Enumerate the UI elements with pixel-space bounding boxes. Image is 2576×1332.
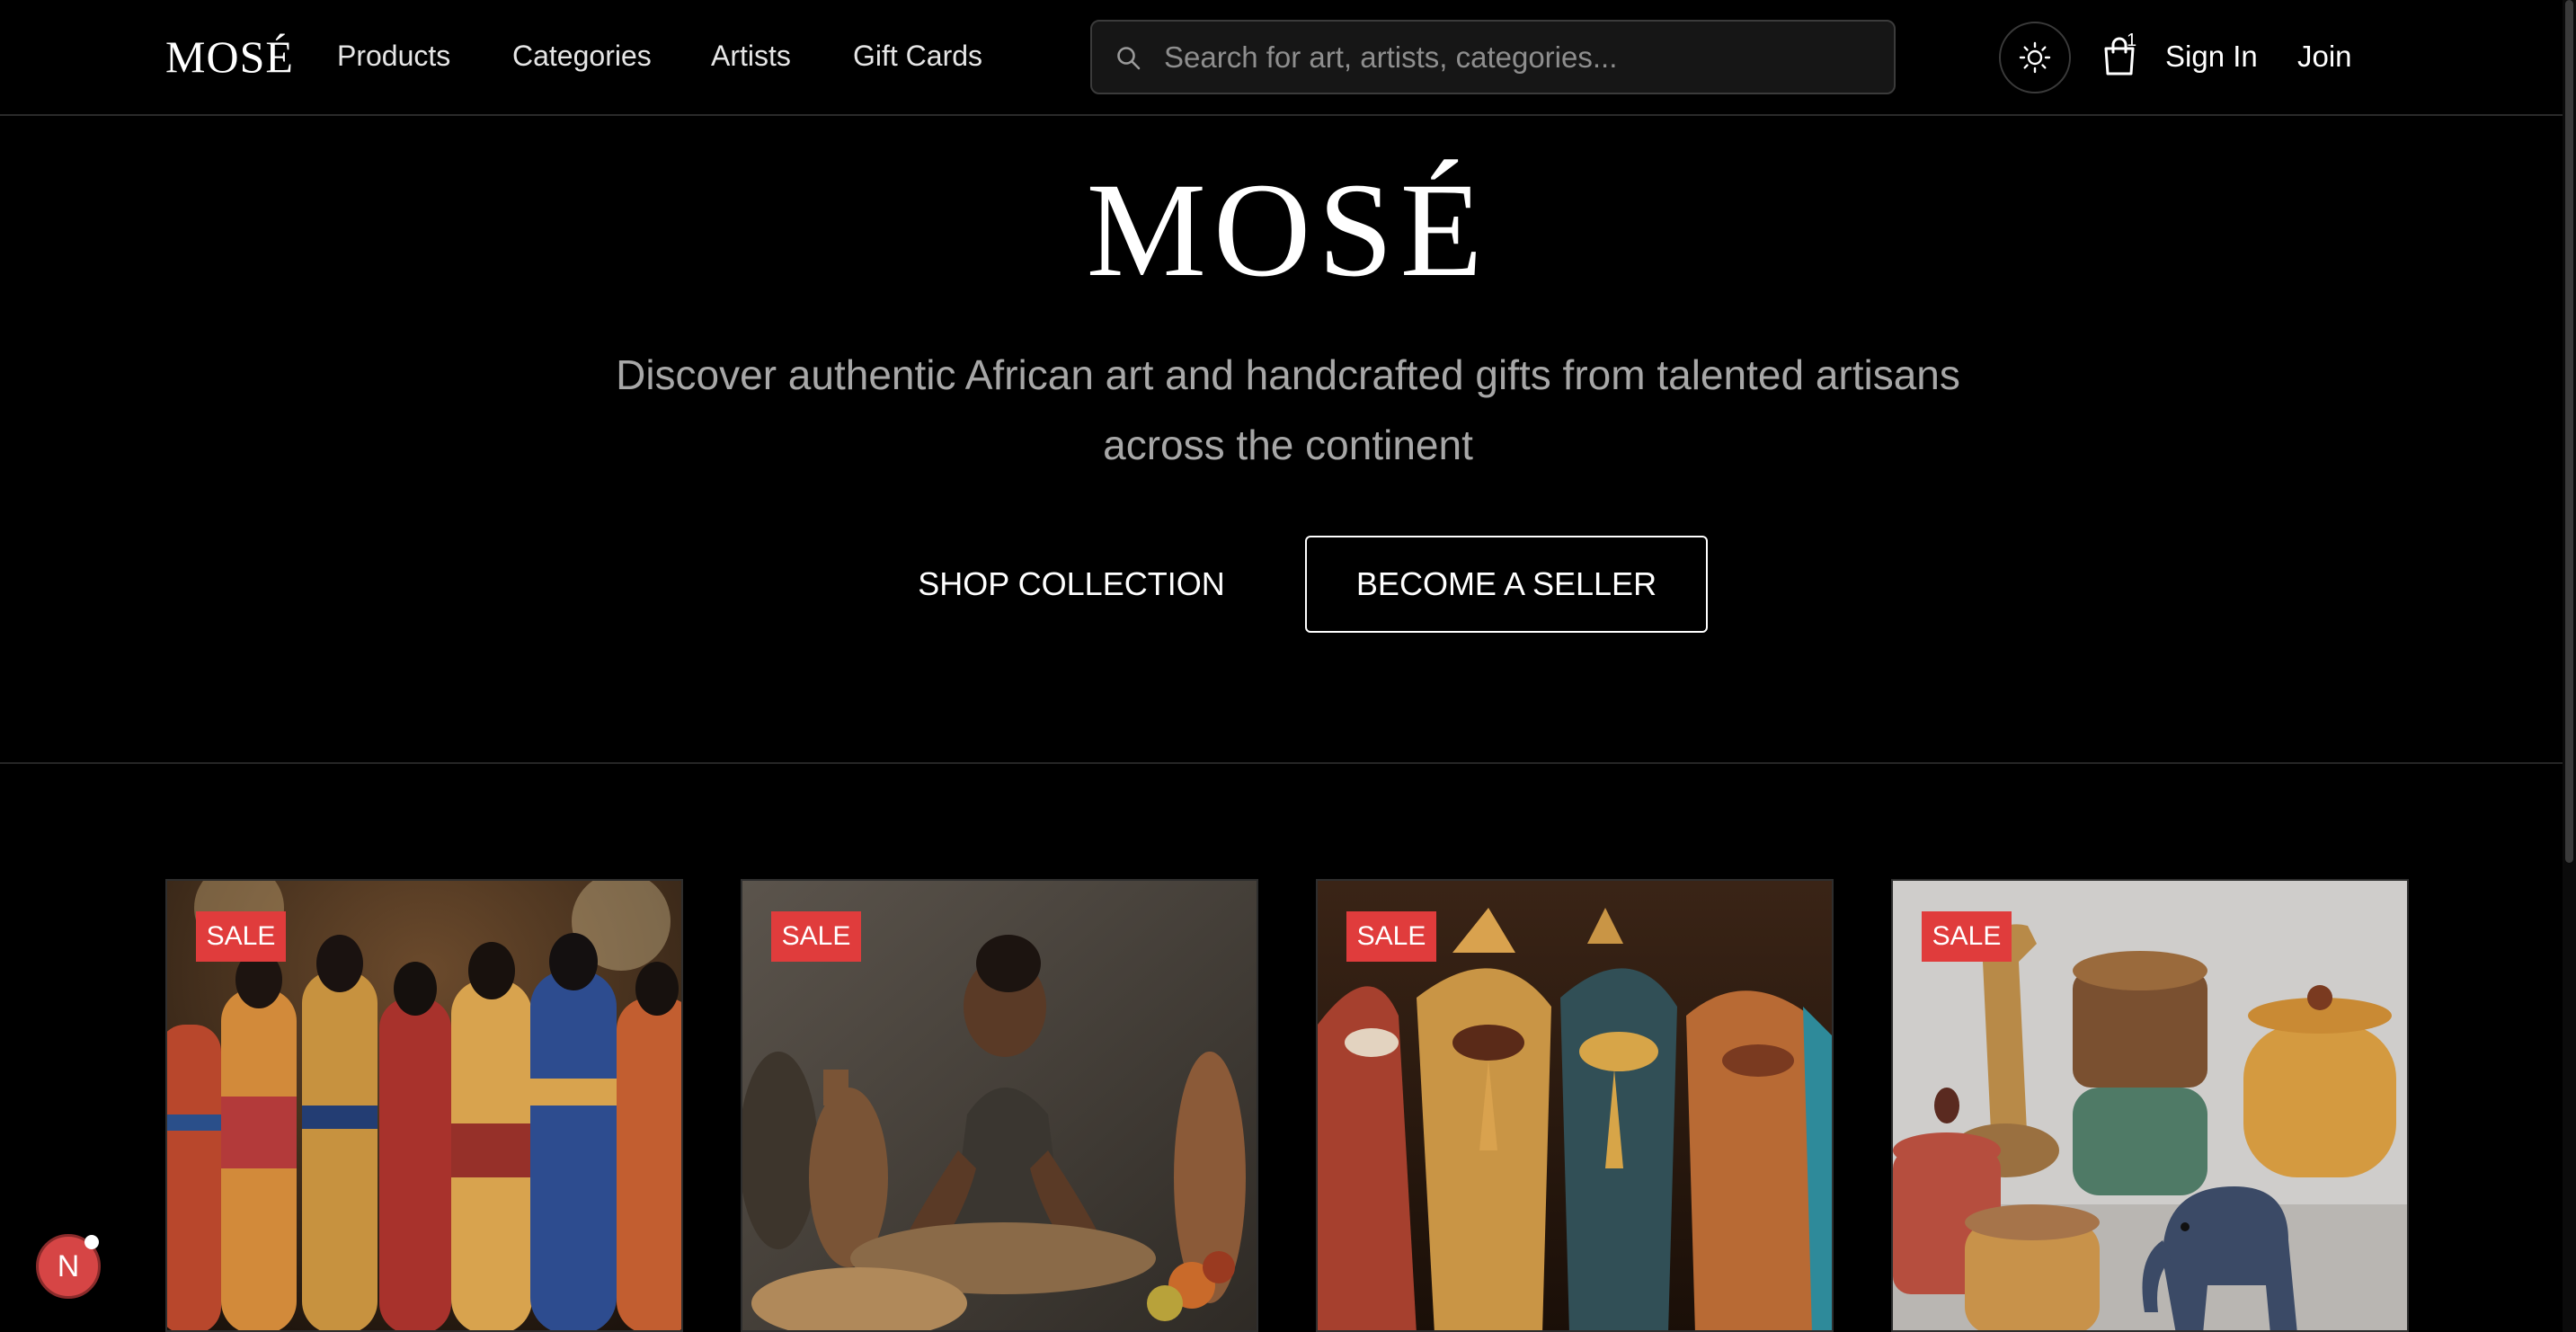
brand-logo[interactable]: MOSÉ	[165, 31, 294, 83]
theme-toggle-button[interactable]	[1999, 22, 2071, 93]
cart-count-badge: 1	[2127, 31, 2137, 50]
product-card[interactable]: SALE	[165, 879, 683, 1332]
become-seller-button[interactable]: BECOME A SELLER	[1305, 536, 1708, 633]
join-link[interactable]: Join	[2297, 40, 2352, 74]
sun-icon	[2019, 41, 2051, 74]
nav-link-artists[interactable]: Artists	[711, 40, 791, 73]
search-bar	[1090, 20, 1896, 94]
product-card[interactable]: SALE	[1316, 879, 1834, 1332]
search-input[interactable]	[1164, 22, 1874, 93]
notification-dot	[84, 1235, 99, 1249]
nav-link-categories[interactable]: Categories	[512, 40, 652, 73]
top-navigation: MOSÉ Products Categories Artists Gift Ca…	[0, 0, 2576, 116]
sale-badge: SALE	[1922, 911, 2012, 962]
hero-title: MOSÉ	[1086, 155, 1490, 305]
product-card[interactable]: SALE	[741, 879, 1258, 1332]
nav-link-products[interactable]: Products	[337, 40, 450, 73]
sign-in-link[interactable]: Sign In	[2165, 40, 2258, 74]
shop-collection-button[interactable]: SHOP COLLECTION	[892, 536, 1251, 633]
hero-subtitle: Discover authentic African art and handc…	[616, 351, 1960, 468]
section-divider	[0, 762, 2576, 764]
sale-badge: SALE	[771, 911, 861, 962]
nav-link-gift-cards[interactable]: Gift Cards	[853, 40, 982, 73]
scrollbar-thumb[interactable]	[2565, 0, 2573, 863]
sale-badge: SALE	[1346, 911, 1436, 962]
search-icon	[1117, 47, 1141, 70]
product-card[interactable]: SALE	[1891, 879, 2409, 1332]
sale-badge: SALE	[196, 911, 286, 962]
